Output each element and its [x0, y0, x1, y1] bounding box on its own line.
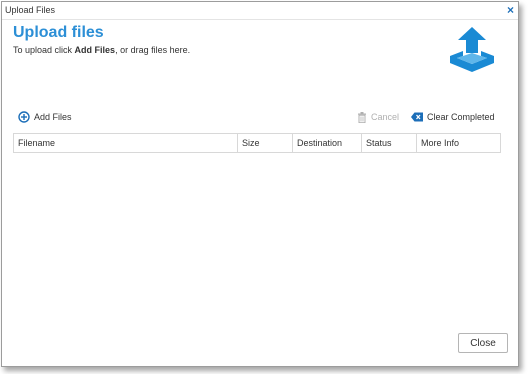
- upload-tray-icon: [446, 25, 498, 75]
- backspace-x-icon: [411, 112, 423, 122]
- column-header-more-info[interactable]: More Info: [417, 134, 498, 152]
- cancel-button[interactable]: Cancel: [357, 109, 399, 125]
- upload-instructions: To upload click Add Files, or drag files…: [13, 45, 190, 55]
- upload-table-header: Filename Size Destination Status More In…: [13, 133, 501, 153]
- instructions-prefix: To upload click: [13, 45, 75, 55]
- clear-completed-button[interactable]: Clear Completed: [411, 109, 495, 125]
- column-header-destination[interactable]: Destination: [293, 134, 362, 152]
- dialog-title: Upload Files: [5, 5, 56, 15]
- column-header-status[interactable]: Status: [362, 134, 417, 152]
- cancel-label: Cancel: [371, 112, 400, 122]
- dialog-titlebar: Upload Files ×: [2, 2, 518, 20]
- add-files-label: Add Files: [34, 112, 72, 122]
- plus-circle-icon: [18, 111, 30, 123]
- instructions-suffix: , or drag files here.: [115, 45, 191, 55]
- upload-files-dialog: Upload Files × Upload files To upload cl…: [1, 1, 519, 367]
- add-files-button[interactable]: Add Files: [18, 109, 72, 125]
- clear-completed-label: Clear Completed: [427, 112, 495, 122]
- page-title: Upload files: [13, 24, 104, 41]
- trash-icon: [357, 111, 367, 123]
- column-header-filename[interactable]: Filename: [14, 134, 238, 152]
- column-header-size[interactable]: Size: [238, 134, 293, 152]
- instructions-add-files: Add Files: [74, 45, 116, 55]
- close-icon[interactable]: ×: [507, 3, 514, 17]
- close-button[interactable]: Close: [458, 333, 508, 353]
